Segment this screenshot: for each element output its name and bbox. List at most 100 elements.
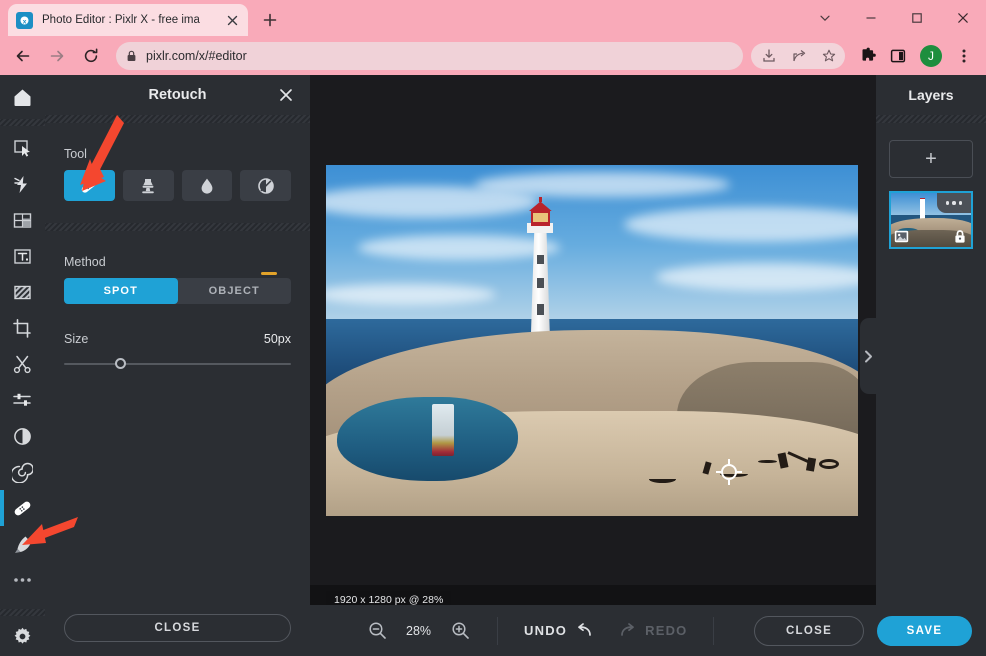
layer-menu-button[interactable] xyxy=(937,193,971,213)
redo-arrow-icon xyxy=(621,623,634,636)
sidebar-item-tune[interactable] xyxy=(0,418,45,454)
undo-arrow-icon xyxy=(578,623,591,636)
sidebar-item-effects[interactable] xyxy=(0,166,45,202)
panel-body: Tool xyxy=(45,147,310,201)
method-spot-button[interactable]: SPOT xyxy=(64,278,178,304)
save-button[interactable]: SAVE xyxy=(877,615,972,646)
chrome-menu-icon[interactable] xyxy=(950,42,978,70)
heal-tool-button[interactable] xyxy=(64,170,115,201)
panel-divider-1 xyxy=(45,115,310,123)
bandage-icon xyxy=(82,179,97,193)
site-lock-icon xyxy=(126,50,137,62)
rail-tool-list xyxy=(0,126,45,609)
retouch-panel: Retouch Tool Method SPOT OBJECT Size 50p… xyxy=(45,75,310,656)
clone-tool-button[interactable] xyxy=(122,170,174,201)
panel-body-2: Method SPOT OBJECT Size 50px xyxy=(45,255,310,369)
image-lighthouse-reflection xyxy=(432,403,454,457)
size-slider-knob[interactable] xyxy=(114,358,126,369)
minimize-icon[interactable] xyxy=(848,0,894,36)
redo-label: REDO xyxy=(645,623,688,638)
extensions-icon[interactable] xyxy=(854,42,882,70)
bookmark-star-icon[interactable] xyxy=(815,42,843,70)
side-panel-icon[interactable] xyxy=(884,42,912,70)
zoom-out-icon[interactable] xyxy=(366,620,388,642)
svg-text:x: x xyxy=(23,18,27,25)
tool-section-label: Tool xyxy=(64,147,87,161)
install-icon[interactable] xyxy=(755,42,783,70)
home-icon[interactable] xyxy=(12,75,33,119)
browser-chrome: x Photo Editor : Pixlr X - free ima pixl… xyxy=(0,0,986,75)
new-tab-button[interactable] xyxy=(258,8,282,32)
browser-toolbar-actions: J xyxy=(751,42,978,70)
omnibox-url: pixlr.com/x/#editor xyxy=(146,48,247,63)
layer-type-image-icon xyxy=(893,228,910,245)
sidebar-item-paint[interactable] xyxy=(0,526,45,562)
browser-navbar: pixlr.com/x/#editor J xyxy=(0,36,986,75)
zoom-level: 28% xyxy=(406,623,432,638)
panel-header: Retouch xyxy=(45,75,310,115)
layers-divider xyxy=(876,115,986,123)
size-row: Size 50px xyxy=(64,332,291,346)
droplet-icon xyxy=(201,178,213,194)
layers-expand-toggle[interactable] xyxy=(860,318,876,394)
profile-avatar[interactable]: J xyxy=(920,44,942,67)
size-label: Size xyxy=(64,332,89,346)
editor-close-button[interactable]: CLOSE xyxy=(754,615,864,646)
window-controls xyxy=(802,0,986,36)
layer-lock-icon[interactable] xyxy=(951,228,968,245)
sidebar-item-more[interactable] xyxy=(0,562,45,598)
canvas-area[interactable]: 1920 x 1280 px @ 28% xyxy=(310,75,876,656)
zoom-in-icon[interactable] xyxy=(449,620,471,642)
share-icon[interactable] xyxy=(785,42,813,70)
canvas-image[interactable] xyxy=(326,165,858,516)
sidebar-item-text[interactable] xyxy=(0,238,45,274)
undo-button[interactable]: UNDO xyxy=(524,623,593,638)
panel-title: Retouch xyxy=(148,87,207,103)
method-object-button[interactable]: OBJECT xyxy=(178,278,292,304)
reload-icon[interactable] xyxy=(76,41,106,71)
forward-arrow-icon[interactable] xyxy=(42,41,72,71)
blur-tool-button[interactable] xyxy=(181,170,233,201)
size-slider[interactable] xyxy=(64,358,291,369)
sidebar-item-liquify[interactable] xyxy=(0,454,45,490)
zoom-controls: 28% xyxy=(310,620,471,642)
sidebar-item-arrange[interactable] xyxy=(0,130,45,166)
window-close-icon[interactable] xyxy=(940,0,986,36)
redo-button[interactable]: REDO xyxy=(619,623,687,638)
half-circle-icon xyxy=(257,177,274,194)
tab-title: Photo Editor : Pixlr X - free ima xyxy=(42,14,200,26)
tab-search-chevron-icon[interactable] xyxy=(802,0,848,36)
sidebar-item-layout[interactable] xyxy=(0,202,45,238)
undo-label: UNDO xyxy=(524,623,568,638)
chevron-right-icon xyxy=(864,350,872,362)
pixlr-favicon: x xyxy=(16,11,33,29)
gear-icon[interactable] xyxy=(12,616,33,656)
image-lighthouse xyxy=(526,197,556,337)
layers-title: Layers xyxy=(908,87,954,103)
tab-close-icon[interactable] xyxy=(224,12,240,28)
bottom-divider-1 xyxy=(497,616,499,645)
panel-close-icon[interactable] xyxy=(276,85,296,105)
omnibox[interactable]: pixlr.com/x/#editor xyxy=(116,41,743,70)
brush-crosshair-cursor xyxy=(715,459,742,486)
premium-indicator xyxy=(261,272,277,275)
panel-divider-2 xyxy=(45,223,310,231)
tab-strip: x Photo Editor : Pixlr X - free ima xyxy=(0,0,986,36)
dodge-burn-tool-button[interactable] xyxy=(240,170,291,201)
back-arrow-icon[interactable] xyxy=(8,41,38,71)
layer-item[interactable] xyxy=(889,191,973,249)
sidebar-item-cutout[interactable] xyxy=(0,346,45,382)
sidebar-item-fill[interactable] xyxy=(0,274,45,310)
retouch-tool-group xyxy=(64,170,291,201)
maximize-icon[interactable] xyxy=(894,0,940,36)
sidebar-item-crop[interactable] xyxy=(0,310,45,346)
sidebar-item-retouch[interactable] xyxy=(0,490,45,526)
browser-tab[interactable]: x Photo Editor : Pixlr X - free ima xyxy=(8,4,248,36)
omnibox-actions-group xyxy=(751,42,845,70)
add-layer-button[interactable]: + xyxy=(889,140,973,178)
panel-close-button[interactable]: CLOSE xyxy=(64,614,291,642)
bottom-divider-2 xyxy=(713,616,715,645)
sidebar-item-adjust[interactable] xyxy=(0,382,45,418)
rail-divider-bottom xyxy=(0,609,45,616)
rail-divider-top xyxy=(0,119,45,126)
